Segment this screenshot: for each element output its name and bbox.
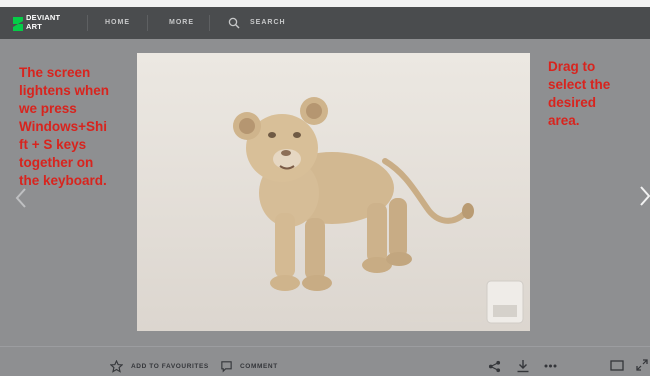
comment-button[interactable]: COMMENT [240,363,278,370]
image-viewer-stage: The screen lightens when we press Window… [0,39,650,346]
deviantart-logo[interactable]: DEVIANT ART [12,13,60,34]
nav-divider [209,15,210,31]
window-top-edge [0,0,650,7]
lion-cub-artwork[interactable] [137,53,530,331]
add-to-favourites-button[interactable]: ADD TO FAVOURITES [131,363,209,370]
top-navigation-bar: DEVIANT ART HOME MORE SEARCH [0,7,650,39]
share-icon[interactable] [488,360,501,373]
more-icon[interactable] [544,364,557,368]
nav-divider [87,15,88,31]
action-bar: ADD TO FAVOURITES COMMENT [0,346,650,376]
download-icon[interactable] [516,359,530,373]
logo-wordmark: DEVIANT ART [26,13,60,31]
nav-more-link[interactable]: MORE [169,19,194,26]
lion-cub-image [137,53,530,331]
deviantart-logo-icon [13,17,23,31]
fullscreen-icon[interactable] [610,360,624,371]
chevron-right-icon[interactable] [638,185,650,207]
comment-icon[interactable] [220,360,233,373]
expand-icon[interactable] [636,359,648,371]
star-icon[interactable] [110,360,123,373]
search-icon[interactable] [228,17,240,29]
chevron-left-icon[interactable] [14,187,28,209]
annotation-left: The screen lightens when we press Window… [19,65,110,188]
search-input[interactable]: SEARCH [250,19,286,26]
nav-home-link[interactable]: HOME [105,19,130,26]
annotation-right: Drag to select the desired area. [548,59,611,128]
nav-divider [147,15,148,31]
logo-line-2: ART [26,21,43,31]
